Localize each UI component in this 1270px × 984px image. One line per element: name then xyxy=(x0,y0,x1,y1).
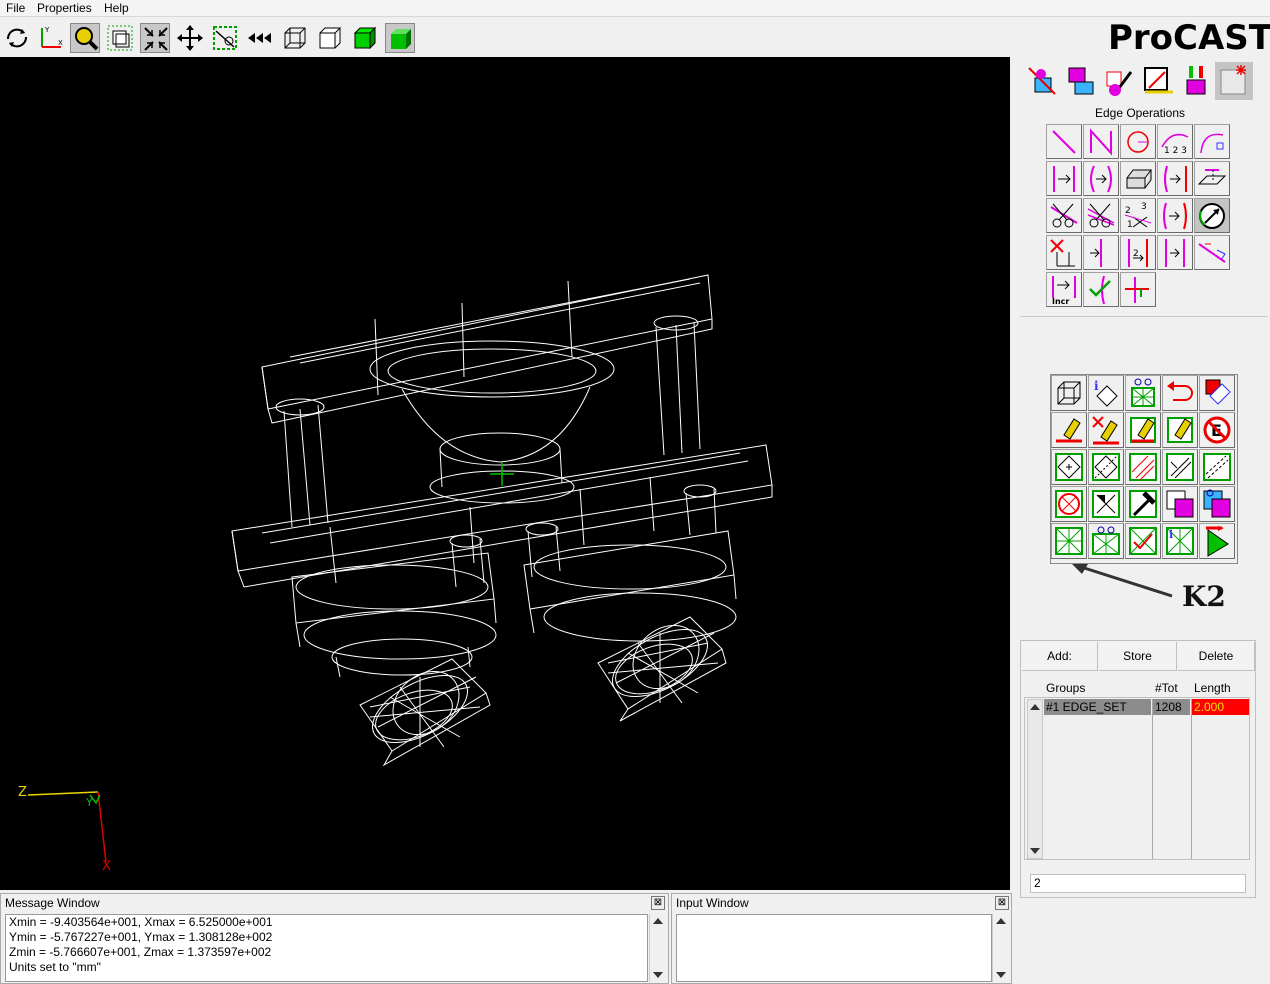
edge-cut-icon[interactable] xyxy=(1046,198,1082,233)
edge-operations-title: Edge Operations xyxy=(1094,106,1186,120)
length-header: Length xyxy=(1194,681,1231,695)
add-button[interactable]: Add: xyxy=(1022,642,1098,671)
edge-spline-icon[interactable]: 1 2 3 xyxy=(1157,124,1193,159)
input-scrollbar[interactable] xyxy=(992,914,1009,982)
axis-label-z: Z xyxy=(18,785,27,800)
close-icon[interactable]: ⊠ xyxy=(995,896,1009,910)
group-length-cell[interactable]: 2.000 xyxy=(1192,699,1249,715)
scroll-down-icon[interactable] xyxy=(1030,848,1040,854)
previous-views-icon[interactable] xyxy=(245,23,275,53)
edge-split-icon[interactable]: 2 xyxy=(1120,235,1156,270)
volume-mesh-tab-icon[interactable] xyxy=(1177,62,1215,100)
menu-bar: File Properties Help xyxy=(0,0,1270,17)
message-line: Xmin = -9.403564e+001, Xmax = 6.525000e+… xyxy=(9,915,273,929)
group-tot-cell: 1208 xyxy=(1153,699,1190,715)
brand-logo: ProCAST xyxy=(1108,18,1270,58)
zoom-box-icon[interactable] xyxy=(105,23,135,53)
procast-app: File Properties Help YX ProCAST Z Y X Ed… xyxy=(0,0,1270,984)
edge-bias-end-icon[interactable] xyxy=(1157,235,1193,270)
wireframe-box-icon[interactable] xyxy=(280,23,310,53)
surface-mesh-tab-icon[interactable] xyxy=(1063,62,1101,100)
toolbar: YX xyxy=(0,20,1000,56)
groups-scrollbar[interactable] xyxy=(1027,699,1043,859)
edge-arc-icon[interactable] xyxy=(1194,124,1230,159)
wireframe-model: Z Y X xyxy=(18,274,773,874)
input-window: Input Window ⊠ xyxy=(671,893,1012,984)
edge-node-icon[interactable] xyxy=(1083,235,1119,270)
edit-tab-icon[interactable] xyxy=(1101,62,1139,100)
input-window-title: Input Window xyxy=(676,896,749,910)
panel-tabs xyxy=(1022,62,1262,102)
groups-list[interactable] xyxy=(1024,697,1250,860)
check-tab-icon[interactable] xyxy=(1139,62,1177,100)
length-input[interactable]: 2 xyxy=(1030,874,1246,893)
edge-project-icon[interactable] xyxy=(1194,161,1230,196)
message-window-title: Message Window xyxy=(5,896,100,910)
scroll-down-icon[interactable] xyxy=(996,972,1006,978)
groups-header: Groups xyxy=(1046,681,1086,695)
scroll-up-icon[interactable] xyxy=(653,918,663,924)
edge-curve-divide-icon[interactable] xyxy=(1083,161,1119,196)
svg-text:1: 1 xyxy=(1127,220,1133,230)
input-area[interactable] xyxy=(676,914,992,982)
edge-join-icon[interactable] xyxy=(1157,198,1193,233)
exit-tab-icon[interactable] xyxy=(1215,62,1253,100)
axis-icon[interactable]: YX xyxy=(36,23,66,53)
axis-label-y: Y xyxy=(85,796,93,809)
column-divider xyxy=(1152,699,1153,859)
edge-cut-multi-icon[interactable] xyxy=(1083,198,1119,233)
message-line: Units set to "mm" xyxy=(9,960,101,974)
message-line: Ymin = -5.767227e+001, Ymax = 1.308128e+… xyxy=(9,930,273,944)
edge-divide-icon[interactable] xyxy=(1046,161,1082,196)
hidden-line-box-icon[interactable] xyxy=(315,23,345,53)
delete-button[interactable]: Delete xyxy=(1178,642,1255,671)
rotate-icon[interactable] xyxy=(2,23,32,53)
svg-text:2: 2 xyxy=(1125,206,1131,216)
tot-header: #Tot xyxy=(1155,681,1178,695)
graphics-viewport[interactable]: Z Y X xyxy=(0,57,1010,890)
message-log: Xmin = -9.403564e+001, Xmax = 6.525000e+… xyxy=(5,914,648,982)
shaded-edges-icon[interactable] xyxy=(385,23,415,53)
edge-line-icon[interactable] xyxy=(1046,124,1082,159)
shaded-icon[interactable] xyxy=(350,23,380,53)
edge-circle-icon[interactable] xyxy=(1120,124,1156,159)
close-icon[interactable]: ⊠ xyxy=(651,896,665,910)
svg-text:1 2 3: 1 2 3 xyxy=(1164,146,1187,156)
edge-intersect-icon[interactable] xyxy=(1194,235,1230,270)
edge-extrude-icon[interactable] xyxy=(1120,161,1156,196)
group-name-cell[interactable]: #1 EDGE_SET xyxy=(1044,699,1151,715)
menu-help[interactable]: Help xyxy=(104,1,129,15)
clip-icon[interactable] xyxy=(210,23,240,53)
fit-icon[interactable] xyxy=(140,23,170,53)
scroll-up-icon[interactable] xyxy=(1030,704,1040,710)
svg-text:X: X xyxy=(58,39,63,47)
store-button[interactable]: Store xyxy=(1099,642,1177,671)
pan-icon[interactable] xyxy=(175,23,205,53)
message-window: Message Window ⊠ Xmin = -9.403564e+001, … xyxy=(0,893,669,984)
column-divider xyxy=(1191,699,1192,859)
menu-properties[interactable]: Properties xyxy=(37,1,92,15)
edge-polyline-icon[interactable] xyxy=(1083,124,1119,159)
scroll-up-icon[interactable] xyxy=(996,918,1006,924)
geometry-tab-icon[interactable] xyxy=(1025,62,1063,100)
annotation-k2: K2 xyxy=(1182,580,1226,613)
axis-label-x: X xyxy=(102,859,111,874)
scroll-down-icon[interactable] xyxy=(653,972,663,978)
edge-bias-icon[interactable] xyxy=(1157,161,1193,196)
message-line: Zmin = -5.766607e+001, Zmax = 1.373597e+… xyxy=(9,945,272,959)
svg-text:3: 3 xyxy=(1141,202,1147,212)
svg-text:Y: Y xyxy=(44,26,50,34)
edge-renumber-icon[interactable]: 231 xyxy=(1120,198,1156,233)
menu-file[interactable]: File xyxy=(6,1,25,15)
edge-delete-icon[interactable] xyxy=(1046,235,1082,270)
message-scrollbar[interactable] xyxy=(649,914,666,982)
edge-measure-icon[interactable] xyxy=(1194,198,1230,233)
zoom-icon[interactable] xyxy=(70,23,100,53)
